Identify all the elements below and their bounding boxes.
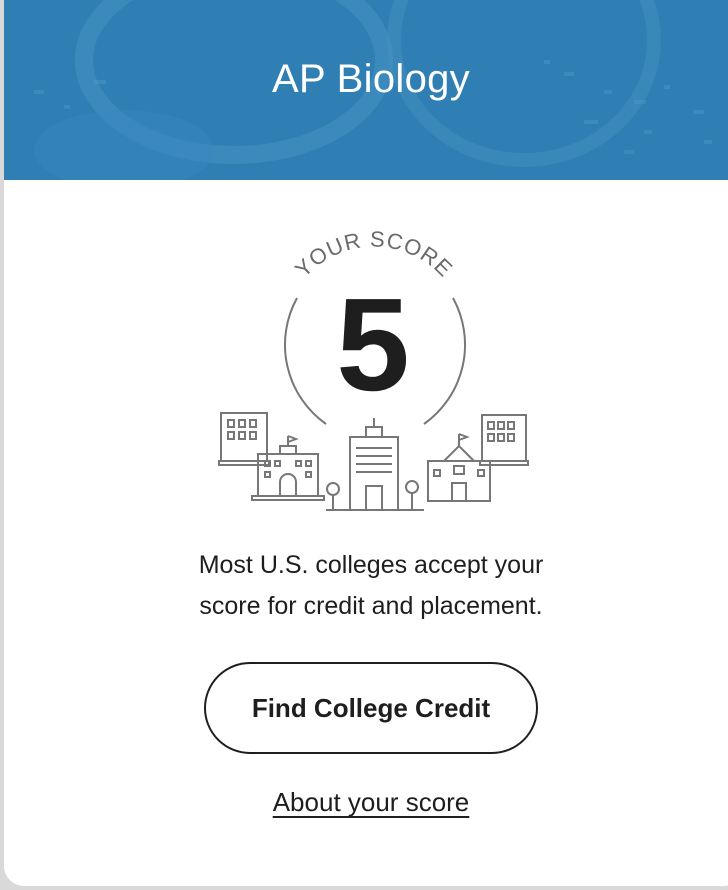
about-your-score-link[interactable]: About your score (273, 787, 470, 817)
page-title: AP Biology (272, 57, 470, 101)
score-card: AP Biology YOUR SCORE 5 Most U.S. colleg… (4, 0, 728, 886)
find-college-credit-button[interactable]: Find College Credit (204, 662, 538, 754)
score-message-line-2: score for credit and placement. (199, 592, 543, 620)
score-value: 5 (336, 271, 409, 418)
score-message: Most U.S. colleges accept your score for… (4, 545, 728, 627)
card-header: AP Biology (4, 0, 728, 180)
score-message-line-1: Most U.S. colleges accept your (198, 551, 544, 579)
about-score-link-wrapper: About your score (4, 787, 728, 818)
college-buildings-icon (218, 412, 529, 511)
score-illustration: YOUR SCORE 5 (218, 226, 529, 511)
